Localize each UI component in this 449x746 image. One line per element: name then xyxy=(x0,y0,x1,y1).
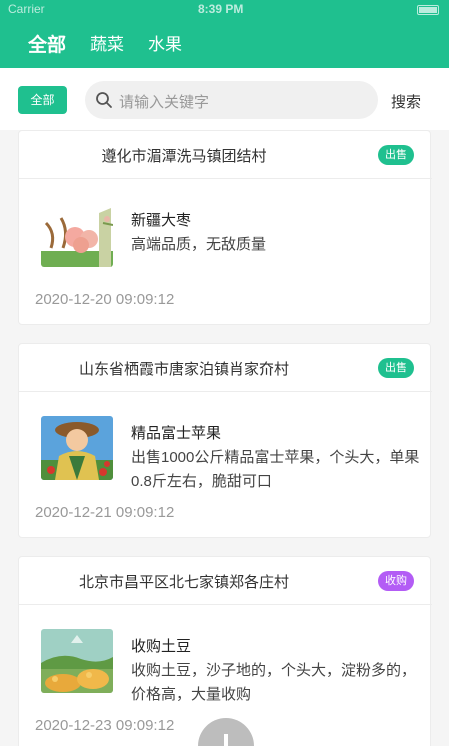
search-placeholder: 请输入关键字 xyxy=(119,94,210,111)
divider xyxy=(19,391,432,392)
status-bar: Carrier 8:39 PM xyxy=(0,0,449,20)
search-bar: 全部 请输入关键字 搜索 xyxy=(0,68,449,130)
carrier-label: Carrier xyxy=(8,2,45,16)
search-button[interactable]: 搜索 xyxy=(391,91,421,112)
listing-title: 新疆大枣 xyxy=(131,212,192,229)
listing-card[interactable]: 遵化市湄潭洗马镇团结村 出售 新疆大枣 高端品质，无敌质量 2020-12-20… xyxy=(18,130,432,325)
listing-title: 精品富士苹果 xyxy=(131,425,222,442)
category-tabs: 全部 蔬菜 水果 xyxy=(0,30,449,60)
clock: 8:39 PM xyxy=(198,2,244,16)
listing-description: 出售1000公斤精品富士苹果，个头大，单果0.8斤左右，脆甜可口 xyxy=(131,449,420,490)
filter-button[interactable]: 全部 xyxy=(18,86,67,114)
tab-vegetables[interactable]: 蔬菜 xyxy=(90,30,124,55)
status-badge: 出售 xyxy=(378,145,414,165)
listing-location: 山东省栖霞市唐家泊镇肖家夼村 xyxy=(78,361,289,378)
listing-title: 收购土豆 xyxy=(131,638,192,655)
listing-time: 2020-12-23 09:09:12 xyxy=(35,717,175,734)
battery-icon xyxy=(417,5,439,15)
listing-location: 遵化市湄潭洗马镇团结村 xyxy=(101,148,267,165)
listing-card[interactable]: 山东省栖霞市唐家泊镇肖家夼村 出售 精品富士苹果 出售1000公斤精品富士苹果，… xyxy=(18,343,432,538)
tab-fruits[interactable]: 水果 xyxy=(148,30,182,55)
product-image xyxy=(41,416,113,480)
listing-time: 2020-12-20 09:09:12 xyxy=(35,291,175,308)
listing-description: 高端品质，无敌质量 xyxy=(131,236,267,253)
listing-time: 2020-12-21 09:09:12 xyxy=(35,504,175,521)
divider xyxy=(19,604,432,605)
divider xyxy=(19,178,432,179)
listing-location: 北京市昌平区北七家镇郑各庄村 xyxy=(78,574,289,591)
status-badge: 收购 xyxy=(378,571,414,591)
status-badge: 出售 xyxy=(378,358,414,378)
listing-description: 收购土豆，沙子地的，个头大，淀粉多的，价格高，大量收购 xyxy=(131,662,417,703)
app-header: Carrier 8:39 PM 全部 蔬菜 水果 xyxy=(0,0,449,68)
product-image xyxy=(41,629,113,693)
search-icon xyxy=(96,92,112,108)
product-image xyxy=(41,203,113,267)
tab-all[interactable]: 全部 xyxy=(28,30,66,57)
search-input[interactable]: 请输入关键字 xyxy=(85,81,378,119)
